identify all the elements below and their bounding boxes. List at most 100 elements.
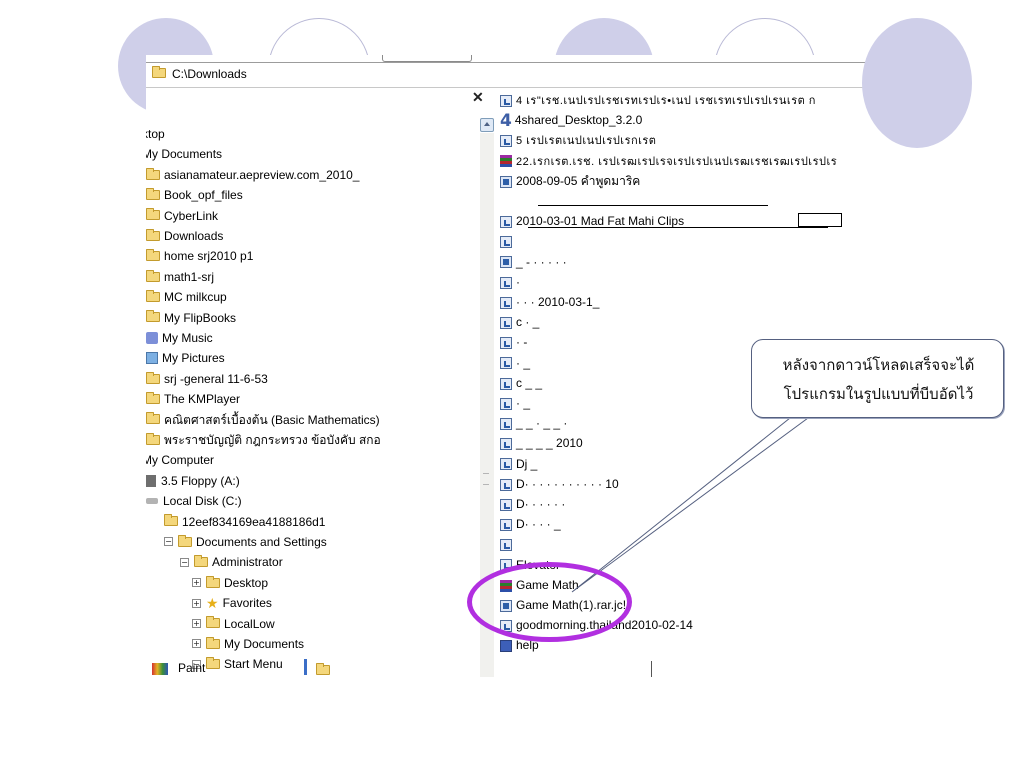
paint-item[interactable]: Paint	[152, 661, 205, 675]
collapse-icon[interactable]: −	[164, 537, 173, 547]
folder-icon	[146, 188, 160, 201]
file-item[interactable]: · _	[500, 394, 530, 412]
file-item[interactable]	[500, 232, 516, 250]
media-icon	[500, 478, 512, 491]
file-name: 22.เรกเรต.เรช. เรปเรฒเรปเรจเรปเรปเนปเรฒเ…	[516, 155, 838, 168]
media-icon	[500, 94, 512, 107]
tree-item[interactable]: พระราชบัญญัติ กฎกระทรวง ข้อบังคับ สกอ	[146, 429, 381, 449]
tree-item[interactable]: srj -general 11-6-53	[146, 368, 268, 388]
tree-item[interactable]: CyberLink	[146, 205, 218, 225]
file-item[interactable]: 2008-09-05 คำพูดมาริค	[500, 172, 640, 190]
file-item[interactable]: Dj _	[500, 455, 537, 473]
tree-item[interactable]: 12eef834169ea4188186d1	[164, 511, 325, 531]
folder-icon	[146, 269, 160, 282]
collapse-icon[interactable]: −	[180, 557, 189, 567]
file-item[interactable]: · -	[500, 333, 527, 351]
expand-icon[interactable]: +	[192, 618, 201, 628]
file-item[interactable]	[500, 535, 516, 553]
expand-icon[interactable]: +	[192, 639, 201, 649]
tree-item-label: My Documents	[146, 147, 223, 162]
tree-item[interactable]: My Computer	[146, 449, 214, 469]
tree-item[interactable]: Local Disk (C:)	[146, 490, 242, 510]
4shared-icon: 4	[500, 111, 512, 132]
file-item[interactable]: c _ _	[500, 374, 542, 392]
tree-item[interactable]: asianamateur.aepreview.com_2010_	[146, 164, 359, 184]
file-item[interactable]: 5 เรปเรตเนปเนปเรปเรกเรต	[500, 131, 656, 149]
tree-item[interactable]: math1-srj	[146, 266, 214, 286]
paint-icon	[152, 662, 168, 675]
tree-item[interactable]: คณิตศาสตร์เบื้องต้น (Basic Mathematics)	[146, 409, 380, 429]
file-item[interactable]: D· · · · · ·	[500, 495, 565, 513]
file-name: c _ _	[516, 375, 543, 390]
file-item[interactable]: 22.เรกเรต.เรช. เรปเรฒเรปเรจเรปเรปเนปเรฒเ…	[500, 152, 837, 170]
pictures-folder-icon	[146, 352, 158, 365]
tree-item[interactable]: + Desktop	[192, 572, 268, 592]
media-icon	[500, 498, 512, 511]
scribble-line	[528, 227, 828, 228]
file-item[interactable]: · · · 2010-03-1_	[500, 293, 599, 311]
file-item[interactable]: 4 เร"เรช.เนปเรปเรชเรทเรปเร•เนป เรชเรทเรป…	[500, 91, 816, 109]
tree-item[interactable]: My FlipBooks	[146, 307, 236, 327]
tree-item[interactable]: + My Documents	[192, 633, 304, 653]
file-name: 5 เรปเรตเนปเนปเรปเรกเรต	[516, 135, 657, 148]
callout-box: หลังจากดาวน์โหลดเสร็จจะได้ โปรแกรมในรูปแ…	[751, 339, 1004, 418]
tree-item[interactable]: − Administrator	[180, 551, 283, 571]
tree-item[interactable]: My Music	[146, 327, 213, 347]
file-item[interactable]: D· · · · _	[500, 515, 561, 533]
divider	[304, 659, 307, 675]
tree-item-label: math1-srj	[164, 269, 215, 284]
floppy-icon	[146, 474, 156, 487]
tree-item-label: Documents and Settings	[196, 534, 327, 549]
tree-item-label: คณิตศาสตร์เบื้องต้น (Basic Mathematics)	[164, 412, 380, 427]
rar-icon	[500, 155, 512, 168]
file-item[interactable]: _ - · · · · ·	[500, 253, 567, 271]
doc-icon	[500, 640, 512, 653]
callout-text-line2: โปรแกรมในรูปแบบที่บีบอัดไว้	[783, 385, 974, 403]
file-item[interactable]: D· · · · · · · · · · · 10	[500, 475, 619, 493]
file-name: _ - · · · · ·	[516, 254, 567, 269]
tree-item-label: My Music	[162, 330, 213, 345]
tree-item-label: Administrator	[212, 555, 283, 570]
expand-icon[interactable]: +	[192, 598, 201, 608]
expand-icon[interactable]: +	[192, 578, 201, 588]
address-bar[interactable]: C:\Downloads	[146, 62, 870, 88]
folder-icon	[164, 514, 178, 527]
file-item[interactable]: c · _	[500, 313, 539, 331]
file-name: _ _ · _ _ ·	[516, 416, 568, 431]
tree-item-label: พระราชบัญญัติ กฎกระทรวง ข้อบังคับ สกอ	[164, 432, 381, 447]
tree-item[interactable]: My Pictures	[146, 347, 225, 367]
tree-item-label: Desktop	[224, 575, 269, 590]
scroll-up-button[interactable]	[480, 118, 494, 132]
file-name: D· · · · _	[516, 517, 561, 532]
folder-icon	[178, 534, 192, 547]
media-icon	[500, 296, 512, 309]
tree-item[interactable]: My Documents	[146, 143, 222, 163]
media-icon	[500, 276, 512, 289]
tree-item[interactable]: − Documents and Settings	[164, 531, 327, 551]
folder-icon	[146, 432, 160, 445]
disk-icon	[146, 498, 158, 505]
media-icon	[500, 135, 512, 148]
tree-item[interactable]: + ★ Favorites	[192, 592, 272, 612]
paint-label: Paint	[178, 661, 206, 675]
tree-item[interactable]: + LocalLow	[192, 613, 275, 633]
tree-item[interactable]: Downloads	[146, 225, 223, 245]
tree-item[interactable]: The KMPlayer	[146, 388, 240, 408]
file-item[interactable]: ·	[500, 273, 520, 291]
file-item[interactable]: _ _ · _ _ ·	[500, 414, 567, 432]
file-item[interactable]: 4 4shared_Desktop_3.2.0	[500, 111, 642, 132]
tree-item[interactable]: ktop	[146, 123, 165, 143]
file-item[interactable]: · _	[500, 354, 530, 372]
tree-item-label: srj -general 11-6-53	[164, 371, 268, 386]
folder-icon	[316, 663, 330, 675]
close-pane-button[interactable]: ✕	[472, 89, 484, 106]
tree-item[interactable]: 3.5 Floppy (A:)	[146, 470, 240, 490]
tree-item-label: 12eef834169ea4188186d1	[182, 514, 326, 529]
decor-circle-right	[862, 18, 972, 148]
tree-item[interactable]: home srj2010 p1	[146, 245, 253, 265]
tree-item[interactable]: Book_opf_files	[146, 184, 243, 204]
file-item[interactable]: _ _ _ _ 2010	[500, 434, 583, 452]
folder-tree-pane: ✕ ktop My Documents asianamateur.aepreview…	[146, 89, 494, 677]
tree-item[interactable]: MC milkcup	[146, 286, 227, 306]
folder-icon	[146, 290, 160, 303]
